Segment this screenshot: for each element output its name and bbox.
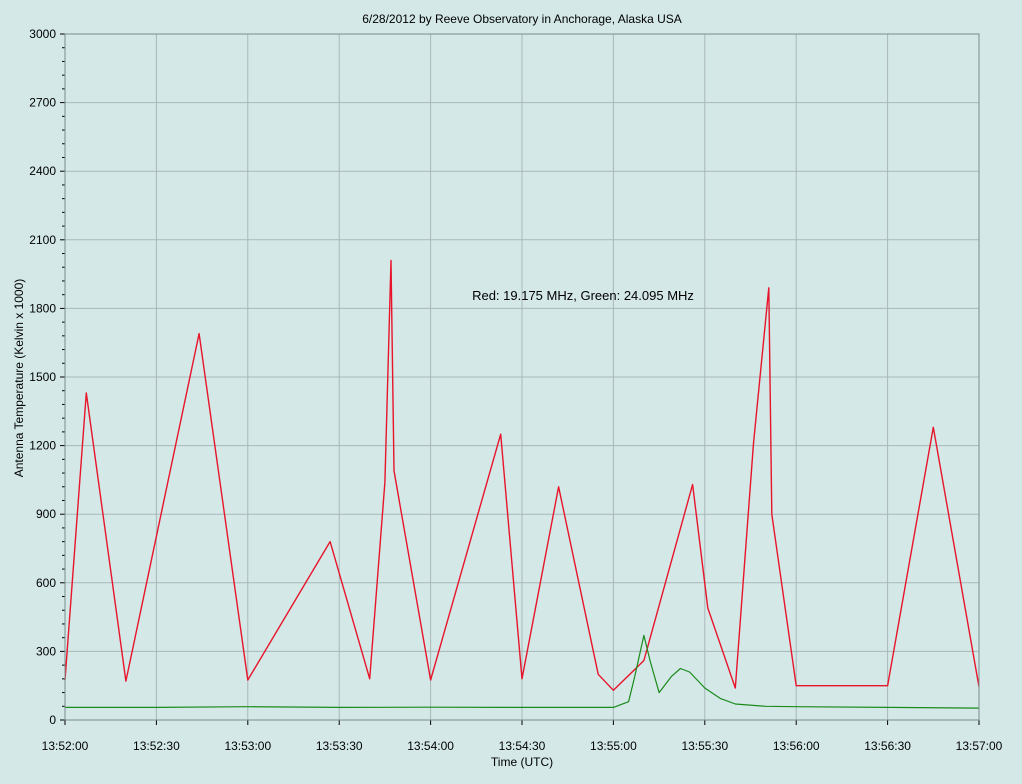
x-tick-label: 13:57:00 [956,739,1003,753]
y-axis-label: Antenna Temperature (Kelvin x 1000) [12,279,26,478]
x-tick-label: 13:55:00 [590,739,637,753]
chart-window: 0 300 600 900 1200 1500 1800 2100 2400 2700 3000 1… [0,0,1022,779]
gridlines [60,33,980,725]
y-tick-label: 3000 [29,27,56,41]
y-tick-label: 600 [36,576,56,590]
x-tick-label: 13:54:30 [499,739,546,753]
y-tick-label: 2700 [29,96,56,110]
y-tick-label: 2400 [29,164,56,178]
chart-title: 6/28/2012 by Reeve Observatory in Anchor… [362,12,682,26]
chart-annotation: Red: 19.175 MHz, Green: 24.095 MHz [472,288,694,303]
chart-svg: 0 300 600 900 1200 1500 1800 2100 2400 2700 3000 1… [12,12,1003,769]
x-axis-label: Time (UTC) [491,755,553,769]
y-tick-label: 2100 [29,233,56,247]
x-tick-label: 13:53:30 [316,739,363,753]
y-tick-label: 900 [36,507,56,521]
x-tick-label: 13:56:00 [773,739,820,753]
x-tick-label: 13:52:30 [133,739,180,753]
y-tick-label: 0 [49,713,56,727]
x-tick-label: 13:52:00 [42,739,89,753]
x-tick-label: 13:54:00 [407,739,454,753]
y-tick-label: 1500 [29,370,56,384]
y-tick-label: 1200 [29,439,56,453]
y-tick-label: 300 [36,644,56,658]
x-tick-label: 13:53:00 [224,739,271,753]
y-tick-labels: 0 300 600 900 1200 1500 1800 2100 2400 2700 3000 [29,27,56,727]
x-tick-label: 13:55:30 [681,739,728,753]
y-tick-label: 1800 [29,301,56,315]
x-tick-label: 13:56:30 [864,739,911,753]
x-tick-labels: 13:52:00 13:52:30 13:53:00 13:53:30 13:54:00… [42,739,1003,753]
